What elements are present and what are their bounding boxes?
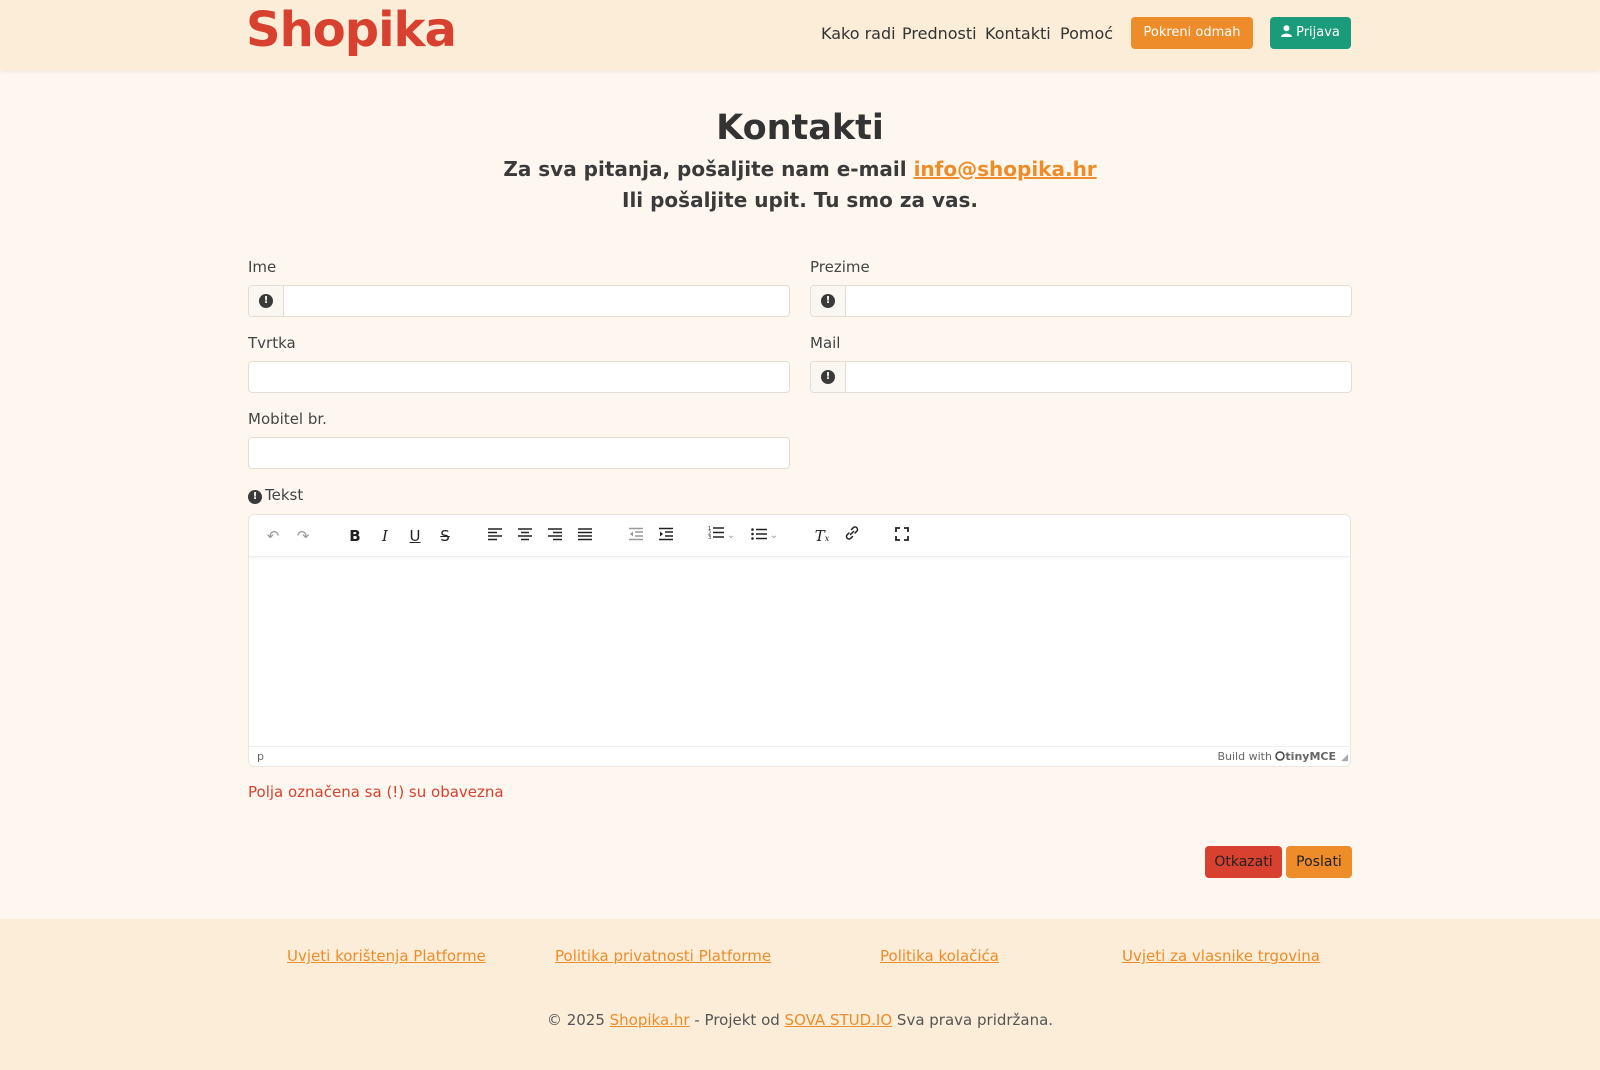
footer-link-terms[interactable]: Uvjeti korištenja Platforme bbox=[287, 947, 486, 965]
align-right-icon[interactable] bbox=[543, 524, 567, 548]
rights-text: Sva prava pridržana. bbox=[892, 1011, 1054, 1029]
text-label-text: Tekst bbox=[265, 486, 304, 504]
company-field[interactable] bbox=[248, 361, 790, 393]
tinymce-branding[interactable]: Build with tinyMCE bbox=[1217, 750, 1336, 763]
branding-name: tinyMCE bbox=[1285, 750, 1336, 763]
nav-kako-radi[interactable]: Kako radi bbox=[821, 24, 896, 43]
align-left-icon[interactable] bbox=[483, 524, 507, 548]
inquiry-line: Ili pošaljite upit. Tu smo za vas. bbox=[622, 188, 978, 212]
contact-email-line: Za sva pitanja, pošaljite nam e-mail inf… bbox=[0, 157, 1600, 181]
mobile-label: Mobitel br. bbox=[248, 410, 327, 428]
site-header: Shopika Kako radi Prednosti Kontakti Pom… bbox=[0, 0, 1600, 70]
text-label: ! Tekst bbox=[248, 486, 303, 504]
site-logo[interactable]: Shopika bbox=[246, 2, 457, 58]
fullscreen-icon[interactable] bbox=[890, 524, 914, 548]
studio-link[interactable]: SOVA STUD.IO bbox=[785, 1011, 893, 1029]
exclamation-icon: ! bbox=[821, 294, 835, 308]
mail-field[interactable]: ! bbox=[810, 361, 1352, 393]
align-justify-icon[interactable] bbox=[573, 524, 597, 548]
underline-icon[interactable]: U bbox=[403, 524, 427, 548]
page-title: Kontakti bbox=[716, 108, 884, 148]
required-indicator: ! bbox=[249, 286, 284, 316]
svg-text:3: 3 bbox=[708, 535, 711, 539]
required-indicator: ! bbox=[811, 362, 846, 392]
footer-link-shop-owners[interactable]: Uvjeti za vlasnike trgovina bbox=[1122, 947, 1320, 965]
align-center-icon[interactable] bbox=[513, 524, 537, 548]
login-button[interactable]: Prijava bbox=[1270, 17, 1351, 49]
element-path[interactable]: p bbox=[257, 750, 264, 763]
link-icon[interactable] bbox=[840, 524, 864, 548]
nav-prednosti[interactable]: Prednosti bbox=[902, 24, 977, 43]
send-button[interactable]: Poslati bbox=[1286, 846, 1352, 878]
copyright-prefix: © 2025 bbox=[546, 1011, 610, 1029]
mail-label: Mail bbox=[810, 334, 841, 352]
project-text: - Projekt od bbox=[689, 1011, 785, 1029]
nav-pomoc[interactable]: Pomoć bbox=[1060, 24, 1113, 43]
clear-formatting-icon[interactable]: Tx bbox=[810, 524, 834, 548]
footer-link-privacy[interactable]: Politika privatnosti Platforme bbox=[555, 947, 771, 965]
indent-icon[interactable] bbox=[654, 524, 678, 548]
required-indicator: ! bbox=[811, 286, 846, 316]
cancel-button[interactable]: Otkazati bbox=[1205, 846, 1282, 878]
exclamation-icon: ! bbox=[259, 294, 273, 308]
exclamation-icon: ! bbox=[248, 490, 262, 504]
outdent-icon[interactable] bbox=[624, 524, 648, 548]
footer-link-cookies[interactable]: Politika kolačića bbox=[880, 947, 999, 965]
chevron-down-icon[interactable]: ⌄ bbox=[767, 524, 781, 548]
last-name-label: Prezime bbox=[810, 258, 870, 276]
contact-email-prefix: Za sva pitanja, pošaljite nam e-mail bbox=[503, 157, 914, 181]
tinymce-logo-icon bbox=[1275, 751, 1286, 761]
copyright: © 2025 Shopika.hr - Projekt od SOVA STUD… bbox=[0, 1011, 1600, 1029]
first-name-field[interactable]: ! bbox=[248, 285, 790, 317]
branding-prefix: Build with bbox=[1217, 750, 1272, 763]
last-name-field[interactable]: ! bbox=[810, 285, 1352, 317]
chevron-down-icon[interactable]: ⌄ bbox=[724, 524, 738, 548]
contact-email-link[interactable]: info@shopika.hr bbox=[914, 157, 1097, 181]
resize-handle-icon[interactable]: ◢ bbox=[1341, 753, 1348, 763]
undo-icon[interactable]: ↶ bbox=[261, 524, 285, 548]
required-fields-note: Polja označena sa (!) su obavezna bbox=[248, 783, 504, 801]
company-label: Tvrtka bbox=[248, 334, 296, 352]
site-footer: Uvjeti korištenja Platforme Politika pri… bbox=[0, 919, 1600, 1070]
site-link[interactable]: Shopika.hr bbox=[610, 1011, 690, 1029]
login-button-label: Prijava bbox=[1296, 25, 1340, 40]
start-now-button[interactable]: Pokreni odmah bbox=[1131, 17, 1253, 49]
nav-kontakti[interactable]: Kontakti bbox=[985, 24, 1051, 43]
rich-text-editor: ↶ ↷ B I U S 123 ⌄ ⌄ Tx p Build with tiny… bbox=[248, 514, 1351, 767]
user-icon bbox=[1281, 25, 1293, 37]
exclamation-icon: ! bbox=[821, 370, 835, 384]
bold-icon[interactable]: B bbox=[343, 524, 367, 548]
redo-icon[interactable]: ↷ bbox=[291, 524, 315, 548]
editor-statusbar: p Build with tinyMCE ◢ bbox=[249, 746, 1350, 766]
italic-icon[interactable]: I bbox=[373, 524, 397, 548]
first-name-label: Ime bbox=[248, 258, 277, 276]
editor-toolbar: ↶ ↷ B I U S 123 ⌄ ⌄ Tx bbox=[249, 515, 1350, 557]
strikethrough-icon[interactable]: S bbox=[433, 524, 457, 548]
mobile-field[interactable] bbox=[248, 437, 790, 469]
